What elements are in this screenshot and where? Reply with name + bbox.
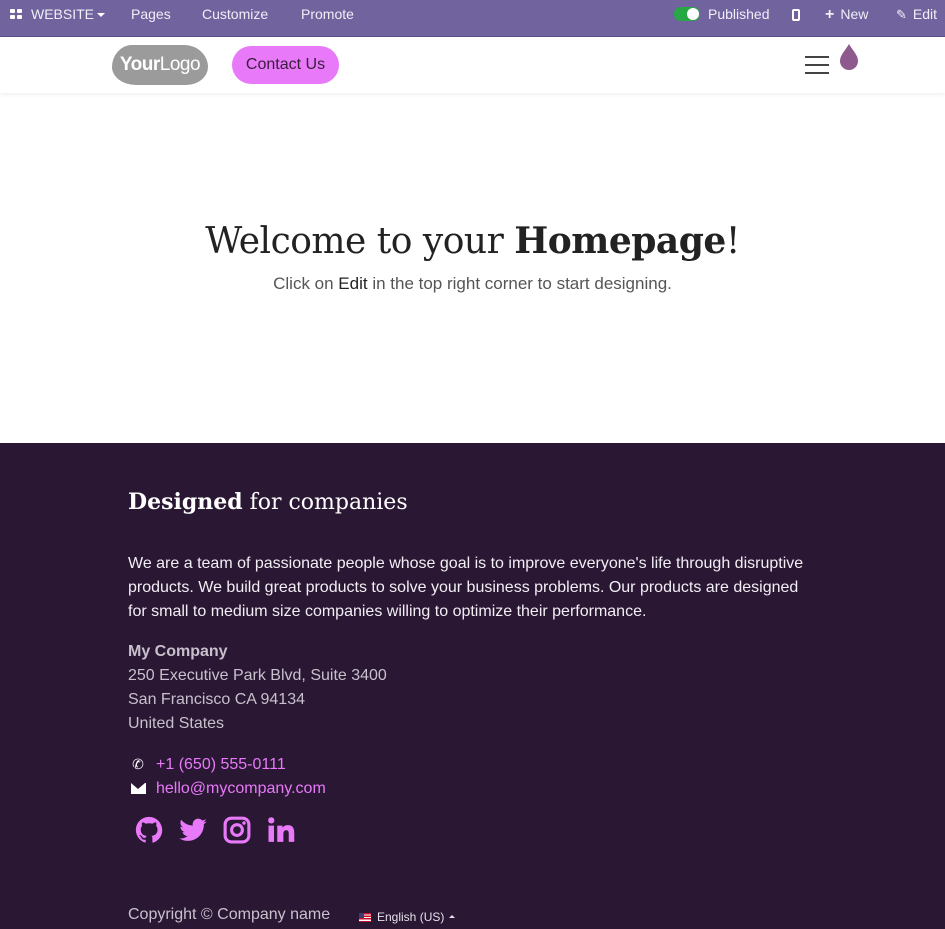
page-title: Welcome to your Homepage! [0, 220, 945, 262]
footer-title-bold: Designed [128, 489, 243, 515]
site-logo[interactable]: YourLogo [112, 45, 208, 85]
language-label: English (US) [377, 910, 445, 924]
theme-drop-icon [840, 44, 858, 70]
email-line: hello@mycompany.com [128, 776, 326, 800]
address-line: San Francisco CA 94134 [128, 691, 305, 708]
new-label: New [840, 6, 869, 22]
logo-text-bold: Your [119, 54, 160, 75]
twitter-icon[interactable] [178, 815, 208, 845]
toggle-switch[interactable] [674, 7, 700, 21]
apps-grid-icon [10, 9, 23, 20]
logo-text: Logo [159, 54, 201, 75]
hero-sub-bold: Edit [338, 274, 368, 293]
linkedin-icon[interactable] [266, 815, 296, 845]
mobile-phone-icon [792, 9, 800, 21]
plus-icon: + [825, 6, 835, 23]
edit-label: Edit [912, 6, 938, 22]
address-line: United States [128, 715, 225, 732]
published-label: Published [708, 6, 770, 22]
address-block: My Company 250 Executive Park Blvd, Suit… [128, 640, 387, 736]
hero-title-bold: Homepage [514, 220, 726, 262]
footer-title: Designed for companies [128, 489, 408, 515]
company-name: My Company [128, 643, 228, 660]
hero-sub-after: in the top right corner to start designi… [367, 274, 672, 293]
address-line: 250 Executive Park Blvd, Suite 3400 [128, 667, 387, 684]
website-menu-label: WEBSITE [31, 6, 95, 22]
hero-title-end: ! [725, 221, 740, 262]
hamburger-menu-icon[interactable] [805, 56, 829, 76]
footer-title-rest: for companies [242, 490, 408, 515]
mobile-preview-button[interactable] [792, 0, 800, 28]
email-link[interactable]: hello@mycompany.com [156, 780, 326, 797]
copyright-text: Copyright © Company name [128, 906, 331, 923]
chevron-up-icon [449, 915, 456, 918]
footer-description: We are a team of passionate people whose… [128, 555, 804, 620]
website-menu[interactable]: WEBSITE [10, 0, 106, 28]
edit-button[interactable]: ✎ Edit [896, 0, 937, 28]
contact-us-button[interactable]: Contact Us [232, 46, 339, 84]
us-flag-icon [359, 913, 371, 922]
phone-line: ✆ +1 (650) 555-0111 [128, 752, 286, 776]
language-selector[interactable]: English (US) [359, 908, 456, 926]
instagram-icon[interactable] [222, 815, 252, 845]
chevron-down-icon [97, 13, 106, 17]
published-toggle[interactable]: Published [674, 0, 770, 28]
admin-bar: WEBSITE Pages Customize Promote Publishe… [0, 0, 945, 37]
pencil-icon: ✎ [896, 7, 907, 22]
social-links [134, 815, 310, 847]
hero-subtitle: Click on Edit in the top right corner to… [0, 274, 945, 294]
menu-pages[interactable]: Pages [131, 0, 171, 28]
footer: Designed for companies We are a team of … [0, 443, 945, 929]
menu-promote[interactable]: Promote [301, 0, 354, 28]
envelope-icon [128, 776, 148, 800]
phone-icon: ✆ [132, 756, 144, 772]
phone-link[interactable]: +1 (650) 555-0111 [156, 756, 286, 773]
site-header: YourLogo Contact Us [0, 37, 945, 93]
new-button[interactable]: + New [825, 0, 868, 28]
menu-customize[interactable]: Customize [202, 0, 268, 28]
hero-sub-before: Click on [273, 274, 339, 293]
hero-title-regular: Welcome to your [205, 221, 515, 262]
github-icon[interactable] [134, 815, 164, 845]
